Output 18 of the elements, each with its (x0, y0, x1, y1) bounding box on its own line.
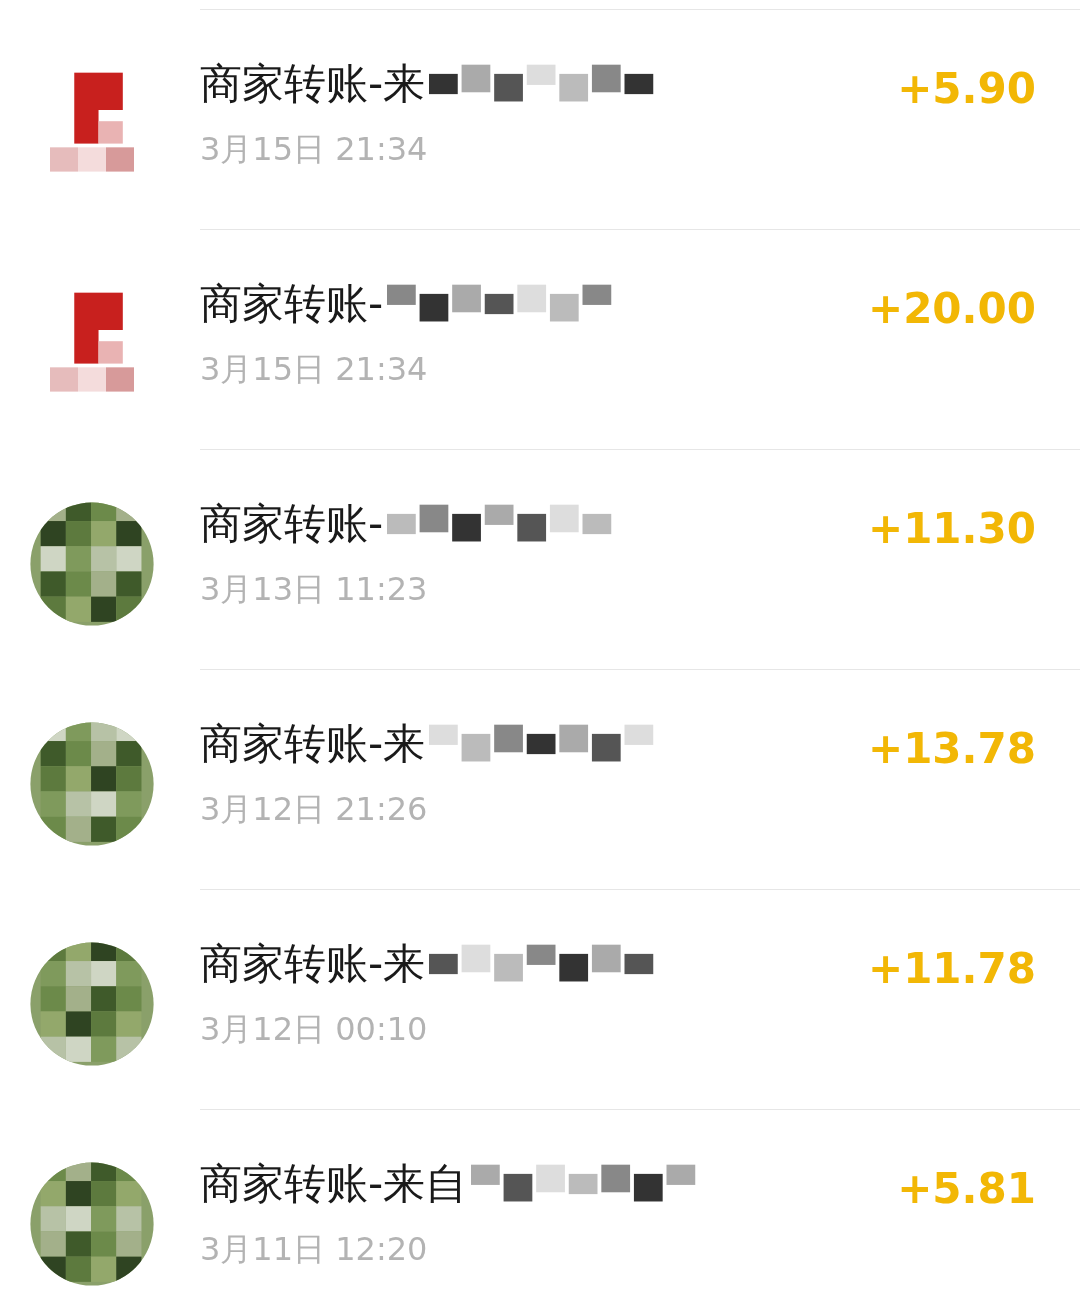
transaction-amount: +20.00 (867, 283, 1036, 333)
transaction-date: 3月12日 00:10 (200, 1009, 429, 1050)
transaction-date: 3月15日 21:34 (200, 129, 429, 170)
transaction-title: 商家转账- (200, 278, 384, 330)
transaction-amount: +5.90 (897, 63, 1036, 113)
transaction-date: 3月13日 11:23 (200, 569, 429, 610)
transaction-title: 商家转账- (200, 498, 384, 550)
transaction-amount: +11.78 (867, 943, 1036, 993)
transaction-title: 商家转账-来自 (200, 1158, 468, 1210)
transaction-title: 商家转账-来 (200, 938, 426, 990)
transaction-date: 3月11日 12:20 (200, 1229, 429, 1270)
transaction-amount: +5.81 (897, 1163, 1036, 1213)
transaction-date: 3月15日 21:34 (200, 349, 429, 390)
transaction-title: 商家转账-来 (200, 718, 426, 770)
transaction-title: 商家转账-来 (200, 58, 426, 110)
transaction-date: 3月12日 21:26 (200, 789, 429, 830)
transaction-amount: +11.30 (867, 503, 1036, 553)
transaction-amount: +13.78 (867, 723, 1036, 773)
